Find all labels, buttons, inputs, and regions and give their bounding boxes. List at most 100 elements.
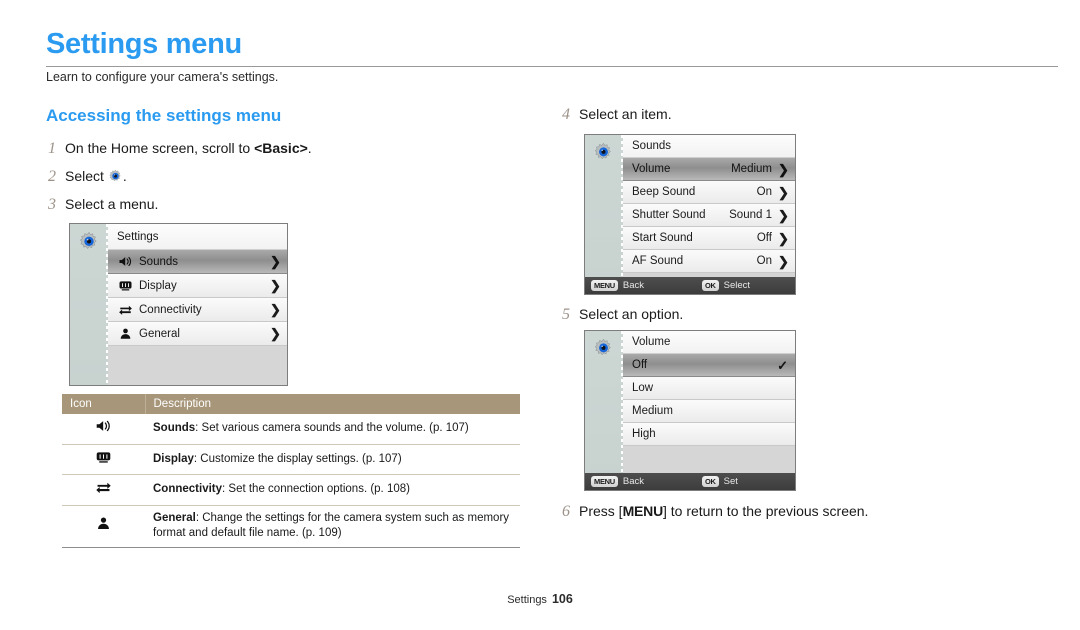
- ok-key-badge[interactable]: OK: [702, 279, 719, 292]
- chevron-right-icon: ❯: [270, 326, 281, 341]
- table-cell-text: : Change the settings for the camera sys…: [153, 511, 510, 540]
- sounds-row-shutter-sound-value: Sound 1: [729, 209, 772, 221]
- settings-row-display[interactable]: Display ❯: [108, 274, 287, 298]
- step-1-text-after: .: [307, 140, 312, 156]
- settings-row-general[interactable]: General ❯: [108, 322, 287, 346]
- table-row: Connectivity: Set the connection options…: [62, 474, 520, 506]
- step-6-text-after: ] to return to the previous screen.: [663, 503, 869, 519]
- table-cell-term: Display: [153, 452, 194, 465]
- volume-screen-title-row: Volume: [623, 331, 795, 354]
- sounds-row-beep-sound-label: Beep Sound: [632, 186, 696, 198]
- settings-row-general-label: General: [139, 327, 180, 340]
- page-title: Settings menu: [46, 28, 242, 60]
- speaker-icon: [117, 255, 133, 269]
- table-cell-description: Connectivity: Set the connection options…: [145, 474, 520, 506]
- step-5-text: Select an option.: [579, 306, 684, 322]
- table-cell-description: General: Change the settings for the cam…: [145, 505, 520, 548]
- display-icon: [62, 444, 145, 476]
- sounds-screen-title-row: Sounds: [623, 135, 795, 158]
- step-2: 2 Select .: [48, 168, 127, 186]
- volume-screen-title: Volume: [632, 336, 671, 348]
- step-3: 3 Select a menu.: [48, 196, 158, 214]
- sounds-row-start-sound-label: Start Sound: [632, 232, 693, 244]
- sounds-row-volume[interactable]: Volume Medium ❯: [623, 158, 795, 181]
- chevron-right-icon: ❯: [778, 230, 789, 246]
- table-header-description: Description: [145, 394, 520, 414]
- table-cell-term: Connectivity: [153, 483, 223, 496]
- connectivity-icon: [62, 474, 145, 506]
- chevron-right-icon: ❯: [778, 207, 789, 223]
- volume-option-off[interactable]: Off ✓: [623, 354, 795, 377]
- settings-row-sounds-label: Sounds: [139, 255, 179, 268]
- chevron-right-icon: ❯: [270, 278, 281, 293]
- check-icon: ✓: [777, 357, 788, 373]
- settings-screen-title-row: Settings: [108, 224, 287, 250]
- chevron-right-icon: ❯: [778, 253, 789, 269]
- step-1-bold: <Basic>: [254, 140, 308, 156]
- volume-screen-list: Volume Off ✓ Low Medium High: [623, 331, 795, 446]
- settings-row-connectivity[interactable]: Connectivity ❯: [108, 298, 287, 322]
- settings-screen-title: Settings: [117, 230, 159, 243]
- volume-option-high-label: High: [632, 428, 656, 440]
- step-2-text-after: .: [122, 168, 127, 184]
- step-4: 4 Select an item.: [562, 106, 672, 124]
- gear-icon: [593, 142, 614, 168]
- sounds-row-start-sound[interactable]: Start Sound Off ❯: [623, 227, 795, 250]
- chevron-right-icon: ❯: [270, 254, 281, 269]
- table-header-row: Icon Description: [62, 394, 520, 414]
- gear-icon: [108, 169, 123, 184]
- step-4-number: 4: [562, 106, 570, 123]
- menu-button-label: MENU: [622, 503, 664, 519]
- volume-screen-sidebar: [585, 331, 623, 490]
- chevron-right-icon: ❯: [778, 161, 789, 177]
- sounds-row-start-sound-value: Off: [756, 232, 772, 244]
- volume-set-label: Set: [723, 476, 738, 487]
- sounds-screen-sidebar: [585, 135, 623, 294]
- step-3-text: Select a menu.: [65, 196, 159, 212]
- step-6-text-before: Press [: [579, 503, 623, 519]
- step-5: 5 Select an option.: [562, 306, 683, 324]
- person-icon: [117, 327, 133, 341]
- sounds-row-volume-label: Volume: [632, 163, 671, 175]
- settings-screen-sidebar: [70, 224, 108, 385]
- sounds-row-shutter-sound[interactable]: Shutter Sound Sound 1 ❯: [623, 204, 795, 227]
- table-cell-description: Sounds: Set various camera sounds and th…: [145, 414, 520, 445]
- sounds-screen-bottom-bar: MENU Back OK Select: [585, 277, 795, 294]
- step-1: 1 On the Home screen, scroll to <Basic>.: [48, 140, 312, 158]
- volume-option-high[interactable]: High: [623, 423, 795, 446]
- table-cell-text: : Set various camera sounds and the volu…: [195, 422, 469, 434]
- step-2-text: Select: [65, 168, 108, 184]
- section-heading: Accessing the settings menu: [46, 106, 282, 125]
- table-cell-term: General: [153, 511, 196, 524]
- table-cell-text: : Customize the display settings. (p. 10…: [193, 452, 402, 465]
- sounds-row-af-sound-label: AF Sound: [632, 255, 684, 267]
- sounds-screen-title: Sounds: [632, 140, 672, 152]
- chevron-right-icon: ❯: [778, 184, 789, 200]
- table-row: General: Change the settings for the cam…: [62, 505, 520, 548]
- sounds-row-shutter-sound-label: Shutter Sound: [632, 209, 706, 221]
- table-cell-description: Display: Customize the display settings.…: [145, 444, 520, 476]
- table-header-icon: Icon: [62, 394, 146, 414]
- sounds-row-af-sound[interactable]: AF Sound On ❯: [623, 250, 795, 273]
- step-3-number: 3: [48, 196, 56, 213]
- sounds-screen-mockup: Sounds Volume Medium ❯ Beep Sound On ❯ S…: [584, 134, 796, 295]
- step-1-number: 1: [48, 140, 56, 157]
- settings-screen-list: Settings Sounds ❯ Display ❯ Connectivity…: [108, 224, 287, 346]
- ok-key-badge[interactable]: OK: [702, 475, 719, 488]
- step-6-number: 6: [562, 503, 570, 520]
- volume-screen-bottom-bar: MENU Back OK Set: [585, 473, 795, 490]
- volume-back-label: Back: [622, 476, 645, 487]
- settings-row-display-label: Display: [139, 279, 177, 292]
- sounds-row-volume-value: Medium: [731, 163, 772, 175]
- volume-option-medium[interactable]: Medium: [623, 400, 795, 423]
- step-2-number: 2: [48, 168, 56, 185]
- page-subtitle: Learn to configure your camera's setting…: [46, 70, 279, 84]
- volume-option-low[interactable]: Low: [623, 377, 795, 400]
- sounds-back-label: Back: [622, 280, 645, 291]
- menu-key-badge[interactable]: MENU: [591, 279, 618, 292]
- sounds-row-beep-sound[interactable]: Beep Sound On ❯: [623, 181, 795, 204]
- speaker-icon: [62, 414, 145, 445]
- settings-row-sounds[interactable]: Sounds ❯: [108, 250, 287, 274]
- menu-key-badge[interactable]: MENU: [591, 475, 618, 488]
- step-6: 6 Press [MENU] to return to the previous …: [562, 503, 868, 521]
